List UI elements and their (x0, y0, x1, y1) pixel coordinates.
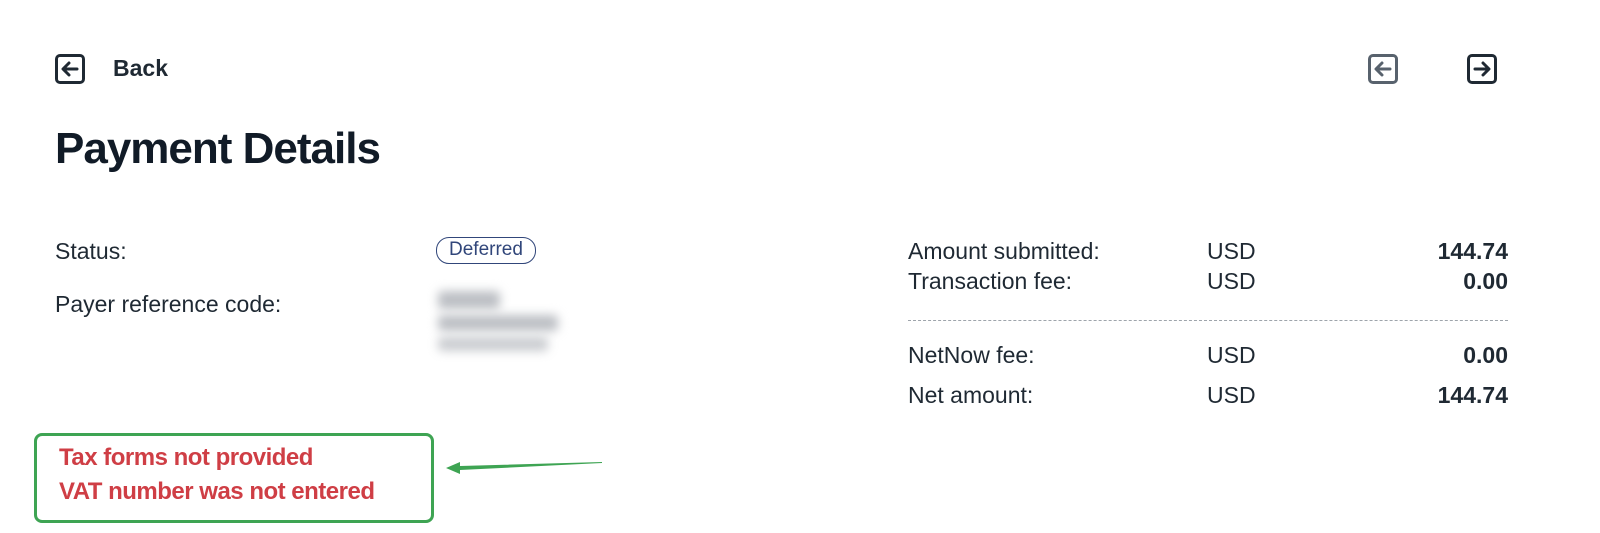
netnow-fee-currency: USD (1207, 342, 1256, 368)
status-badge: Deferred (436, 237, 536, 264)
payer-reference-label: Payer reference code: (55, 291, 282, 317)
back-link[interactable]: Back (113, 55, 168, 82)
vat-number-warning: VAT number was not entered (59, 478, 375, 505)
netnow-fee-label: NetNow fee: (908, 342, 1035, 368)
transaction-fee-label: Transaction fee: (908, 268, 1073, 294)
previous-icon[interactable] (1368, 54, 1398, 84)
amount-submitted-label: Amount submitted: (908, 238, 1100, 264)
net-amount-currency: USD (1207, 382, 1256, 408)
tax-forms-warning: Tax forms not provided (59, 444, 313, 471)
status-label: Status: (55, 238, 127, 264)
page-title: Payment Details (55, 124, 381, 173)
amount-submitted-currency: USD (1207, 238, 1256, 264)
amount-submitted-value: 144.74 (1437, 238, 1508, 264)
transaction-fee-currency: USD (1207, 268, 1256, 294)
net-amount-value: 144.74 (1437, 382, 1508, 408)
annotation-arrow (446, 462, 602, 474)
net-amount-label: Net amount: (908, 382, 1034, 408)
payer-reference-value-redacted (432, 285, 564, 363)
amounts-divider (908, 320, 1508, 321)
next-icon[interactable] (1467, 54, 1497, 84)
netnow-fee-value: 0.00 (1463, 342, 1508, 368)
transaction-fee-value: 0.00 (1463, 268, 1508, 294)
arrow-left-box-icon[interactable] (55, 54, 85, 84)
deferral-reasons-callout: Tax forms not provided VAT number was no… (34, 433, 434, 523)
